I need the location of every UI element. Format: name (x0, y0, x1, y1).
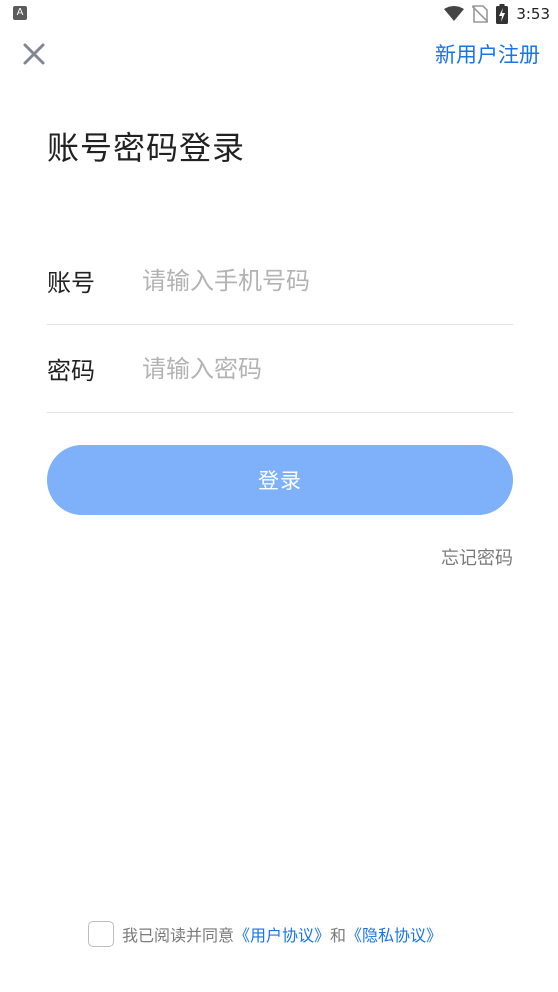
login-button[interactable]: 登录 (47, 445, 513, 515)
account-input[interactable] (142, 266, 513, 295)
agreement-conjunction: 和 (330, 926, 347, 945)
login-screen: A 3:53 新用户注册 账号密码登录 账号 请输入手机号码 密码 登录 忘记密… (0, 0, 558, 992)
user-agreement-link[interactable]: 《用户协议》 (234, 922, 330, 946)
status-bar: A 3:53 (0, 0, 558, 30)
password-label: 密码 (47, 357, 95, 385)
app-notification-icon: A (13, 6, 27, 20)
account-label: 账号 (47, 269, 95, 297)
status-time: 3:53 (516, 5, 550, 23)
agreement-row: 我已阅读并同意 《用户协议》 和 《隐私协议》 (88, 918, 442, 950)
password-input[interactable] (142, 354, 513, 383)
page-title: 账号密码登录 (47, 129, 246, 167)
account-row: 账号 (47, 237, 513, 325)
forgot-password-link[interactable]: 忘记密码 (441, 546, 513, 572)
register-link[interactable]: 新用户注册 (435, 40, 540, 70)
privacy-agreement-link[interactable]: 《隐私协议》 (346, 922, 442, 946)
status-icons: 3:53 (444, 4, 550, 24)
agreement-prefix: 我已阅读并同意 (122, 926, 235, 945)
password-row: 密码 (47, 325, 513, 413)
no-sim-icon (472, 5, 489, 23)
battery-charging-icon (496, 4, 509, 24)
wifi-icon (444, 6, 465, 21)
agreement-checkbox[interactable] (88, 921, 114, 947)
close-icon[interactable] (20, 40, 48, 68)
